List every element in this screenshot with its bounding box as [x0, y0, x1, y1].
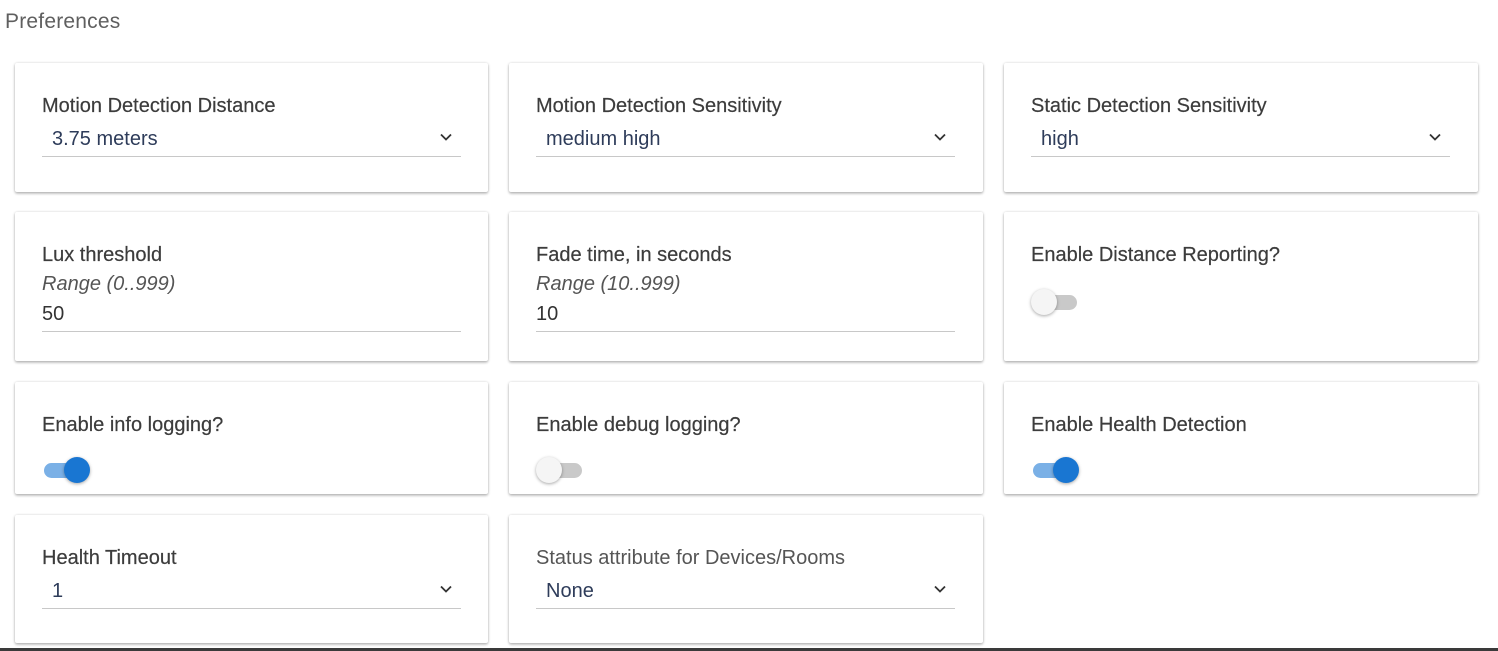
motion-sensitivity-select[interactable]: medium high — [536, 126, 955, 157]
info-logging-label: Enable info logging? — [42, 414, 224, 436]
health-detection-toggle[interactable] — [1031, 457, 1079, 483]
distance-reporting-label: Enable Distance Reporting? — [1031, 244, 1281, 266]
chevron-down-icon — [440, 133, 452, 141]
fade-time-hint: Range (10..999) — [536, 273, 681, 295]
preferences-grid: Motion Detection Distance 3.75 meters Mo… — [15, 63, 1478, 643]
toggle-knob — [536, 457, 562, 483]
info-logging-card: Enable info logging? — [15, 382, 488, 494]
motion-sensitivity-label: Motion Detection Sensitivity — [536, 95, 782, 117]
health-timeout-value: 1 — [52, 580, 64, 602]
motion-sensitivity-card: Motion Detection Sensitivity medium high — [509, 63, 983, 192]
health-timeout-label: Health Timeout — [42, 547, 177, 569]
distance-reporting-card: Enable Distance Reporting? — [1004, 212, 1478, 361]
static-sensitivity-label: Static Detection Sensitivity — [1031, 95, 1267, 117]
toggle-knob — [64, 457, 90, 483]
chevron-down-icon — [934, 585, 946, 593]
lux-threshold-label: Lux threshold — [42, 244, 163, 266]
toggle-knob — [1053, 457, 1079, 483]
status-attribute-card: Status attribute for Devices/Rooms None — [509, 515, 983, 643]
motion-distance-card: Motion Detection Distance 3.75 meters — [15, 63, 488, 192]
static-sensitivity-value: high — [1041, 128, 1079, 150]
motion-distance-select[interactable]: 3.75 meters — [42, 126, 461, 157]
fade-time-card: Fade time, in seconds Range (10..999) 10 — [509, 212, 983, 361]
health-detection-label: Enable Health Detection — [1031, 414, 1247, 436]
info-logging-toggle[interactable] — [42, 457, 90, 483]
lux-threshold-input[interactable]: 50 — [42, 301, 461, 332]
motion-sensitivity-value: medium high — [546, 128, 661, 150]
status-attribute-label: Status attribute for Devices/Rooms — [536, 547, 846, 569]
chevron-down-icon — [934, 133, 946, 141]
status-attribute-value: None — [546, 580, 594, 602]
distance-reporting-toggle[interactable] — [1031, 289, 1079, 315]
motion-distance-label: Motion Detection Distance — [42, 95, 276, 117]
debug-logging-toggle[interactable] — [536, 457, 584, 483]
static-sensitivity-card: Static Detection Sensitivity high — [1004, 63, 1478, 192]
debug-logging-label: Enable debug logging? — [536, 414, 741, 436]
status-attribute-select[interactable]: None — [536, 578, 955, 609]
lux-threshold-hint: Range (0..999) — [42, 273, 176, 295]
page-title: Preferences — [5, 10, 121, 33]
fade-time-input[interactable]: 10 — [536, 301, 955, 332]
toggle-knob — [1031, 289, 1057, 315]
motion-distance-value: 3.75 meters — [52, 128, 158, 150]
fade-time-label: Fade time, in seconds — [536, 244, 732, 266]
debug-logging-card: Enable debug logging? — [509, 382, 983, 494]
health-detection-card: Enable Health Detection — [1004, 382, 1478, 494]
static-sensitivity-select[interactable]: high — [1031, 126, 1450, 157]
preferences-page: Preferences Motion Detection Distance 3.… — [0, 0, 1498, 651]
health-timeout-card: Health Timeout 1 — [15, 515, 488, 643]
health-timeout-select[interactable]: 1 — [42, 578, 461, 609]
chevron-down-icon — [1429, 133, 1441, 141]
lux-threshold-card: Lux threshold Range (0..999) 50 — [15, 212, 488, 361]
chevron-down-icon — [440, 585, 452, 593]
